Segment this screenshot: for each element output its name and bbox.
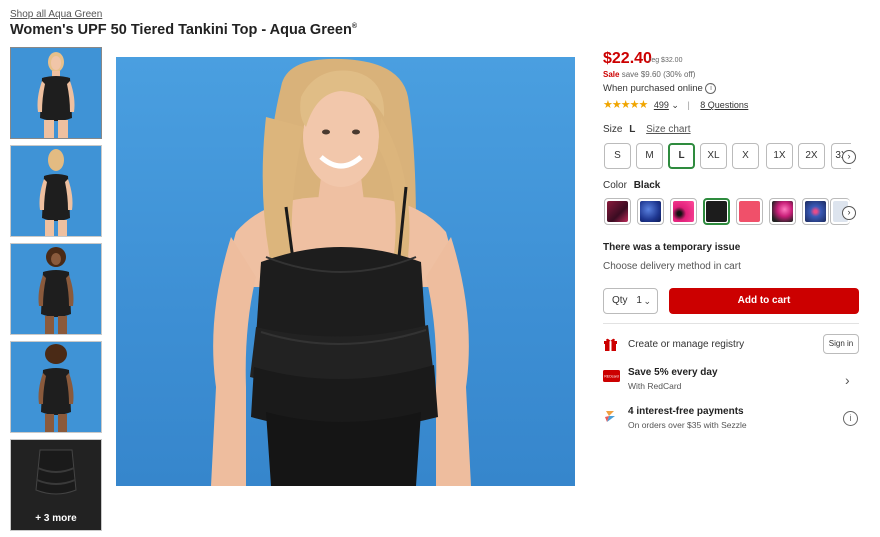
size-chart-link[interactable]: Size chart [646, 124, 690, 135]
selected-color: Black [633, 180, 661, 191]
size-option-m[interactable]: M [636, 143, 663, 169]
redcard-icon: REDcard [603, 370, 620, 382]
chevron-down-icon[interactable]: ⌄ [671, 100, 679, 110]
size-option-2x[interactable]: 2X [798, 143, 825, 169]
swatch-pink-pattern[interactable] [604, 198, 631, 225]
add-to-cart-button[interactable]: Add to cart [669, 288, 859, 314]
size-header: Size L Size chart [603, 124, 691, 135]
redcard-subtitle: With RedCard [628, 381, 682, 391]
qty-label: Qty [612, 295, 628, 306]
swatch-magenta-print[interactable] [769, 198, 796, 225]
star-rating-icon: ★★★★★ [603, 99, 648, 111]
regular-price: reg $32.00 [649, 57, 683, 64]
swatch-navy-floral[interactable] [802, 198, 829, 225]
selected-size: L [629, 124, 636, 135]
rating-row: ★★★★★ 499 ⌄ | 8 Questions [603, 98, 748, 111]
sale-price: $22.40 [603, 50, 652, 67]
registry-link[interactable]: Create or manage registry [628, 339, 744, 350]
sign-in-button[interactable]: Sign in [823, 334, 859, 354]
sale-savings: Sale save $9.60 (30% off) [603, 70, 695, 79]
sale-label: Sale [603, 70, 620, 79]
qty-value: 1 [636, 295, 642, 306]
gift-icon [604, 338, 617, 351]
sezzle-subtitle: On orders over $35 with Sezzle [628, 420, 747, 430]
thumbnail-strip: + 3 more [10, 47, 102, 537]
quantity-select[interactable]: Qty 1 ⌄ [603, 288, 658, 314]
chevron-right-icon[interactable]: › [845, 372, 850, 388]
purchase-note-text: When purchased online [603, 83, 703, 95]
trademark: ® [351, 23, 358, 31]
chevron-down-icon: ⌄ [643, 296, 651, 306]
size-option-xl[interactable]: XL [700, 143, 727, 169]
product-title: Women's UPF 50 Tiered Tankini Top - Aqua… [10, 22, 357, 38]
size-label: Size [603, 124, 623, 135]
size-option-x[interactable]: X [732, 143, 759, 169]
model-figure-thumb [37, 52, 75, 138]
model-figure-thumb [38, 247, 74, 334]
more-images-label: + 3 more [35, 513, 77, 524]
thumbnail-front[interactable] [10, 47, 102, 139]
swatch-pink-floral[interactable] [670, 198, 697, 225]
thumbnail-back[interactable] [10, 145, 102, 237]
model-figure-thumb [39, 149, 73, 236]
thumbnail-more[interactable]: + 3 more [10, 439, 102, 531]
main-product-image[interactable] [116, 57, 575, 486]
fulfillment-issue: There was a temporary issue [603, 242, 741, 253]
savings-text: save $9.60 (30% off) [621, 70, 696, 79]
model-figure-thumb [38, 344, 74, 432]
chevron-right-icon[interactable]: › [842, 150, 856, 164]
purchase-note: When purchased online i [603, 83, 717, 95]
info-icon[interactable]: i [843, 411, 858, 426]
sezzle-title: 4 interest-free payments [628, 406, 744, 417]
model-photo [211, 58, 471, 486]
color-header: Color Black [603, 180, 660, 191]
review-count-link[interactable]: 499 [654, 100, 669, 110]
redcard-icon-text: REDcard [604, 375, 619, 379]
size-option-l[interactable]: L [668, 143, 695, 169]
thumbnail-model-2-front[interactable] [10, 243, 102, 335]
sezzle-icon [605, 411, 615, 422]
size-option-s[interactable]: S [604, 143, 631, 169]
size-option-1x[interactable]: 1X [766, 143, 793, 169]
breadcrumb-link[interactable]: Shop all Aqua Green [10, 9, 102, 20]
divider [603, 323, 859, 324]
swatch-blue-floral[interactable] [637, 198, 664, 225]
info-icon[interactable]: i [705, 83, 717, 94]
swatch-coral[interactable] [736, 198, 763, 225]
thumbnail-model-2-back[interactable] [10, 341, 102, 433]
redcard-title[interactable]: Save 5% every day [628, 367, 718, 378]
product-title-text: Women's UPF 50 Tiered Tankini Top - Aqua… [10, 22, 352, 38]
delivery-note: Choose delivery method in cart [603, 261, 741, 272]
questions-link[interactable]: 8 Questions [700, 100, 748, 110]
divider: | [687, 100, 690, 110]
swatch-black[interactable] [703, 198, 730, 225]
chevron-right-icon[interactable]: › [842, 206, 856, 220]
color-label: Color [603, 180, 627, 191]
